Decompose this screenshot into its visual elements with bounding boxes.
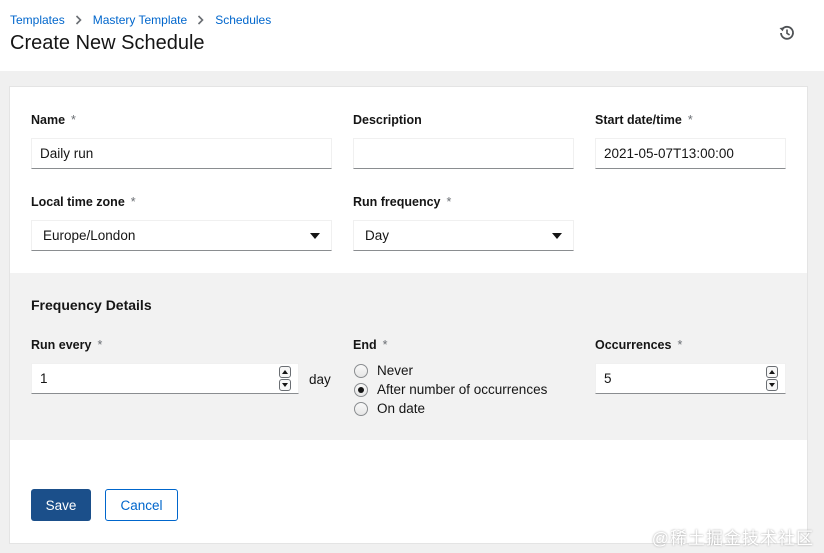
breadcrumb-mastery-template[interactable]: Mastery Template	[93, 13, 187, 27]
timezone-select-value: Europe/London	[43, 228, 136, 243]
occurrences-spinner	[766, 366, 779, 391]
run-every-label: Run every *	[31, 338, 103, 352]
caret-up-icon	[282, 370, 288, 374]
end-label: End *	[353, 338, 388, 352]
breadcrumb-schedules[interactable]: Schedules	[215, 13, 271, 27]
end-option-after-occurrences-label: After number of occurrences	[377, 382, 548, 397]
chevron-right-icon	[197, 15, 204, 25]
run-every-spinner	[279, 366, 292, 391]
occurrences-value: 5	[604, 371, 612, 386]
cancel-button[interactable]: Cancel	[105, 489, 178, 521]
timezone-label: Local time zone *	[31, 195, 136, 209]
caret-down-icon	[552, 232, 562, 239]
breadcrumb: Templates Mastery Template Schedules	[10, 13, 271, 27]
run-every-input[interactable]: 1	[31, 363, 299, 394]
increment-button[interactable]	[279, 366, 291, 378]
run-frequency-label: Run frequency *	[353, 195, 452, 209]
radio-after-occurrences[interactable]	[354, 382, 368, 397]
caret-down-icon	[282, 383, 288, 387]
watermark-text: @稀土掘金技术社区	[651, 529, 814, 548]
breadcrumb-templates[interactable]: Templates	[10, 13, 65, 27]
save-button[interactable]: Save	[31, 489, 91, 521]
decrement-button[interactable]	[766, 379, 778, 391]
end-option-never-label: Never	[377, 363, 414, 378]
page-header: Templates Mastery Template Schedules Cre…	[0, 0, 824, 71]
end-option-after-occurrences[interactable]: After number of occurrences	[354, 382, 547, 397]
run-every-value: 1	[40, 371, 48, 386]
timezone-select[interactable]: Europe/London	[31, 220, 332, 251]
history-icon[interactable]	[778, 24, 796, 42]
description-label: Description	[353, 113, 422, 127]
increment-button[interactable]	[766, 366, 778, 378]
page-title: Create New Schedule	[10, 32, 205, 54]
run-frequency-select-value: Day	[365, 228, 390, 243]
chevron-right-icon	[75, 15, 82, 25]
run-every-unit: day	[309, 372, 331, 387]
run-frequency-select[interactable]: Day	[353, 220, 574, 251]
name-label: Name *	[31, 113, 76, 127]
end-option-on-date[interactable]: On date	[354, 401, 425, 416]
radio-on-date[interactable]	[354, 401, 368, 416]
occurrences-input[interactable]: 5	[595, 363, 786, 394]
caret-up-icon	[769, 370, 775, 374]
schedule-form-card: Name* Description Start date/time* Local…	[9, 86, 808, 544]
occurrences-label: Occurrences *	[595, 338, 683, 352]
name-input[interactable]	[31, 138, 332, 169]
frequency-details-title: Frequency Details	[31, 297, 152, 313]
end-option-never[interactable]: Never	[354, 363, 413, 378]
decrement-button[interactable]	[279, 379, 291, 391]
start-datetime-input[interactable]	[595, 138, 786, 169]
start-datetime-label: Start date/time *	[595, 113, 693, 127]
end-option-on-date-label: On date	[377, 401, 426, 416]
radio-never[interactable]	[354, 363, 368, 378]
caret-down-icon	[310, 232, 320, 239]
caret-down-icon	[769, 383, 775, 387]
description-input[interactable]	[353, 138, 574, 169]
